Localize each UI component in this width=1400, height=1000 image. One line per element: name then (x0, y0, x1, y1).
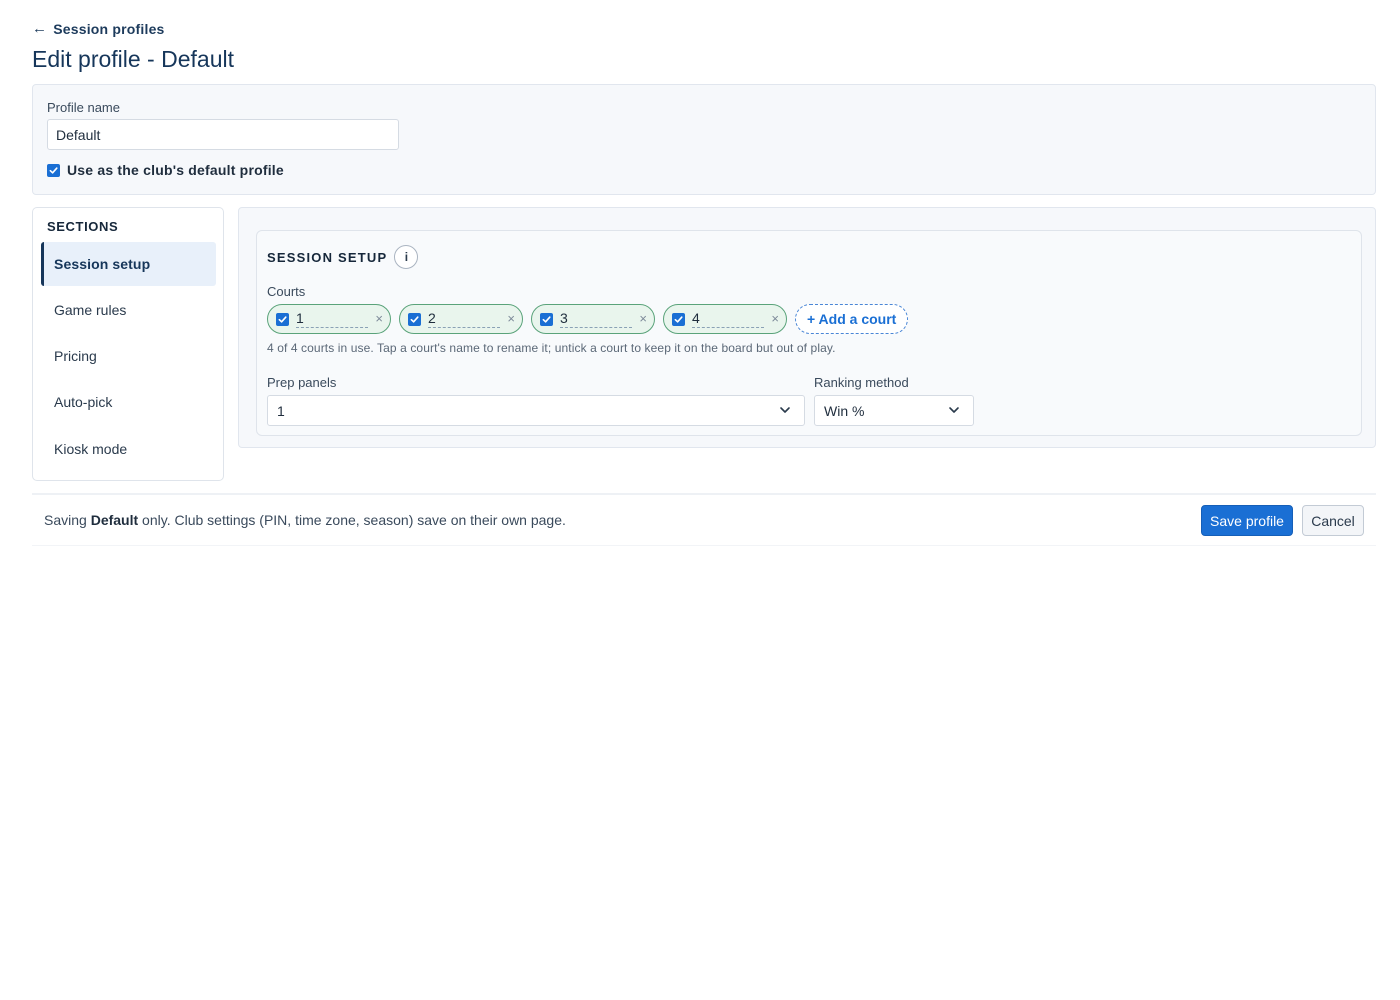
close-icon[interactable]: × (771, 311, 779, 326)
checkmark-icon (410, 315, 419, 323)
checkmark-icon (542, 315, 551, 323)
courts-hint: 4 of 4 courts in use. Tap a court's name… (267, 341, 836, 355)
checkmark-icon (49, 166, 58, 174)
court-checkbox[interactable] (540, 312, 553, 326)
footer-note: Saving Default only. Club settings (PIN,… (44, 512, 566, 528)
default-profile-label: Use as the club's default profile (67, 162, 284, 178)
court-chip: 4 × (663, 304, 787, 334)
chevron-down-icon (780, 407, 790, 413)
prep-panels-label: Prep panels (267, 375, 337, 390)
footer-note-suffix: only. Club settings (PIN, time zone, sea… (138, 512, 566, 528)
court-name[interactable]: 2 (428, 310, 500, 328)
save-profile-button[interactable]: Save profile (1201, 505, 1293, 536)
checkmark-icon (278, 315, 287, 323)
court-checkbox[interactable] (408, 312, 421, 326)
session-setup-title: SESSION SETUP (267, 249, 388, 265)
page-title: Edit profile - Default (32, 46, 234, 72)
footer-note-prefix: Saving (44, 512, 91, 528)
default-profile-row: Use as the club's default profile (47, 162, 284, 178)
add-court-button[interactable]: + Add a court (795, 304, 909, 334)
close-icon[interactable]: × (639, 311, 647, 326)
courts-label: Courts (267, 284, 306, 299)
nav-item-session-setup[interactable]: Session setup (41, 242, 216, 286)
court-checkbox[interactable] (672, 312, 685, 326)
profile-name-label: Profile name (47, 100, 120, 115)
court-name[interactable]: 3 (560, 310, 632, 328)
back-link-label: Session profiles (53, 20, 165, 37)
session-setup-header: SESSION SETUP i (267, 245, 419, 269)
prep-panels-select[interactable]: 1 (267, 395, 805, 426)
default-profile-checkbox[interactable] (47, 163, 60, 177)
prep-panels-value: 1 (277, 402, 285, 419)
back-link-session-profiles[interactable]: ← Session profiles (32, 20, 165, 37)
nav-item-pricing[interactable]: Pricing (41, 334, 216, 378)
session-setup-card: SESSION SETUP i Courts 1 × 2 × 3 × 4 × +… (256, 230, 1362, 436)
close-icon[interactable]: × (375, 311, 383, 326)
court-name[interactable]: 1 (296, 310, 368, 328)
court-name[interactable]: 4 (692, 310, 764, 328)
court-chip: 3 × (531, 304, 655, 334)
close-icon[interactable]: × (507, 311, 515, 326)
sections-nav: SECTIONS Session setup Game rules Pricin… (32, 207, 224, 481)
chevron-down-icon (949, 407, 959, 413)
sections-title: SECTIONS (47, 219, 119, 234)
profile-card: Profile name Use as the club's default p… (32, 84, 1376, 195)
ranking-method-value: Win % (824, 402, 865, 419)
profile-name-input[interactable] (47, 119, 399, 150)
nav-item-auto-pick[interactable]: Auto-pick (41, 380, 216, 424)
court-chip: 2 × (399, 304, 523, 334)
courts-row: 1 × 2 × 3 × 4 × + Add a court (267, 304, 909, 334)
ranking-method-label: Ranking method (814, 375, 909, 390)
footer-note-profile: Default (90, 512, 139, 528)
court-chip: 1 × (267, 304, 391, 334)
info-icon[interactable]: i (394, 245, 419, 269)
main-panel: SESSION SETUP i Courts 1 × 2 × 3 × 4 × +… (238, 207, 1376, 448)
cancel-button[interactable]: Cancel (1302, 505, 1364, 536)
ranking-method-select[interactable]: Win % (814, 395, 974, 426)
footer-bar: Saving Default only. Club settings (PIN,… (32, 493, 1376, 545)
arrow-left-icon: ← (32, 20, 48, 37)
checkmark-icon (674, 315, 683, 323)
court-checkbox[interactable] (276, 312, 289, 326)
nav-item-kiosk-mode[interactable]: Kiosk mode (41, 427, 216, 471)
nav-item-game-rules[interactable]: Game rules (41, 288, 216, 332)
